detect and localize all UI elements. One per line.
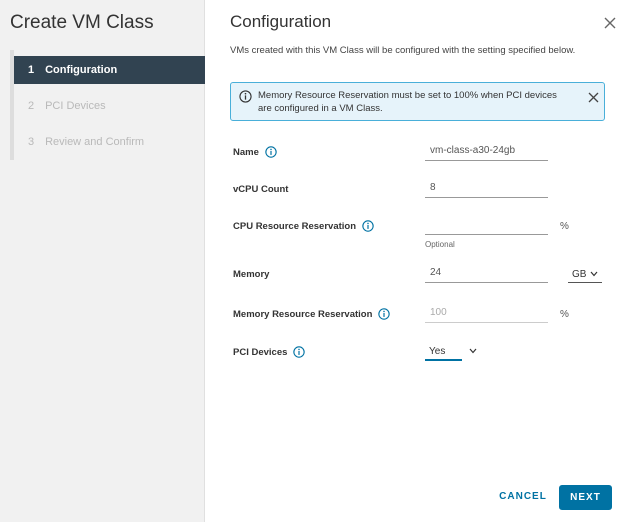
cancel-button[interactable]: CANCEL <box>497 485 549 509</box>
chevron-down-icon <box>590 271 598 277</box>
page-title: Configuration <box>230 12 332 31</box>
memory-reservation-unit: % <box>560 309 569 320</box>
cpu-reservation-helper: Optional <box>425 240 455 249</box>
memory-reservation-label: Memory Resource Reservation <box>233 308 391 320</box>
info-circle-icon <box>239 90 252 103</box>
close-icon[interactable] <box>603 16 617 30</box>
step-pci-devices[interactable]: 2 PCI Devices <box>14 88 205 124</box>
memory-unit-select[interactable]: GB <box>568 266 602 283</box>
vcpu-count-label: vCPU Count <box>233 184 288 195</box>
cpu-reservation-label: CPU Resource Reservation <box>233 220 374 232</box>
step-review-and-confirm[interactable]: 3 Review and Confirm <box>14 124 205 160</box>
memory-reservation-input: 100 <box>425 305 548 323</box>
step-configuration[interactable]: 1 Configuration <box>14 56 205 84</box>
memory-label-text: Memory <box>233 269 270 280</box>
memory-unit-value: GB <box>572 268 587 280</box>
step-label: Configuration <box>45 64 118 76</box>
alert-close-icon[interactable] <box>588 92 599 103</box>
step-label: PCI Devices <box>45 100 106 112</box>
step-number: 3 <box>28 136 35 148</box>
info-alert: Memory Resource Reservation must be set … <box>230 82 605 121</box>
step-number: 2 <box>28 100 35 112</box>
memory-label: Memory <box>233 269 269 280</box>
cpu-reservation-label-text: CPU Resource Reservation <box>233 220 357 232</box>
name-label: Name <box>233 146 277 158</box>
chevron-down-icon[interactable] <box>469 348 477 354</box>
page-description: VMs created with this VM Class will be c… <box>230 45 576 56</box>
name-input[interactable]: vm-class-a30-24gb <box>425 143 548 161</box>
name-label-text: Name <box>233 146 259 158</box>
wizard-title: Create VM Class <box>10 12 154 33</box>
wizard-steps: 1 Configuration 2 PCI Devices 3 Review a… <box>10 50 205 160</box>
pci-devices-select[interactable]: Yes <box>425 344 462 361</box>
wizard-sidebar: Create VM Class 1 Configuration 2 PCI De… <box>0 0 205 522</box>
vcpu-label-text: vCPU Count <box>233 184 289 195</box>
alert-message: Memory Resource Reservation must be set … <box>258 90 557 114</box>
cpu-reservation-input[interactable] <box>425 217 548 235</box>
wizard-content: Configuration VMs created with this VM C… <box>205 0 624 522</box>
memory-input[interactable]: 24 <box>425 265 548 283</box>
info-circle-icon[interactable] <box>362 220 374 232</box>
next-button[interactable]: NEXT <box>559 485 612 510</box>
info-circle-icon[interactable] <box>378 308 391 320</box>
pci-devices-label-text: PCI Devices <box>233 346 288 358</box>
step-label: Review and Confirm <box>45 136 145 148</box>
info-circle-icon[interactable] <box>265 146 277 158</box>
memory-reservation-label-text: Memory Resource Reservation <box>233 308 373 320</box>
info-circle-icon[interactable] <box>293 346 306 358</box>
cpu-reservation-unit: % <box>560 221 569 232</box>
vcpu-count-input[interactable]: 8 <box>425 180 548 198</box>
pci-devices-label: PCI Devices <box>233 346 306 358</box>
step-number: 1 <box>28 64 35 76</box>
